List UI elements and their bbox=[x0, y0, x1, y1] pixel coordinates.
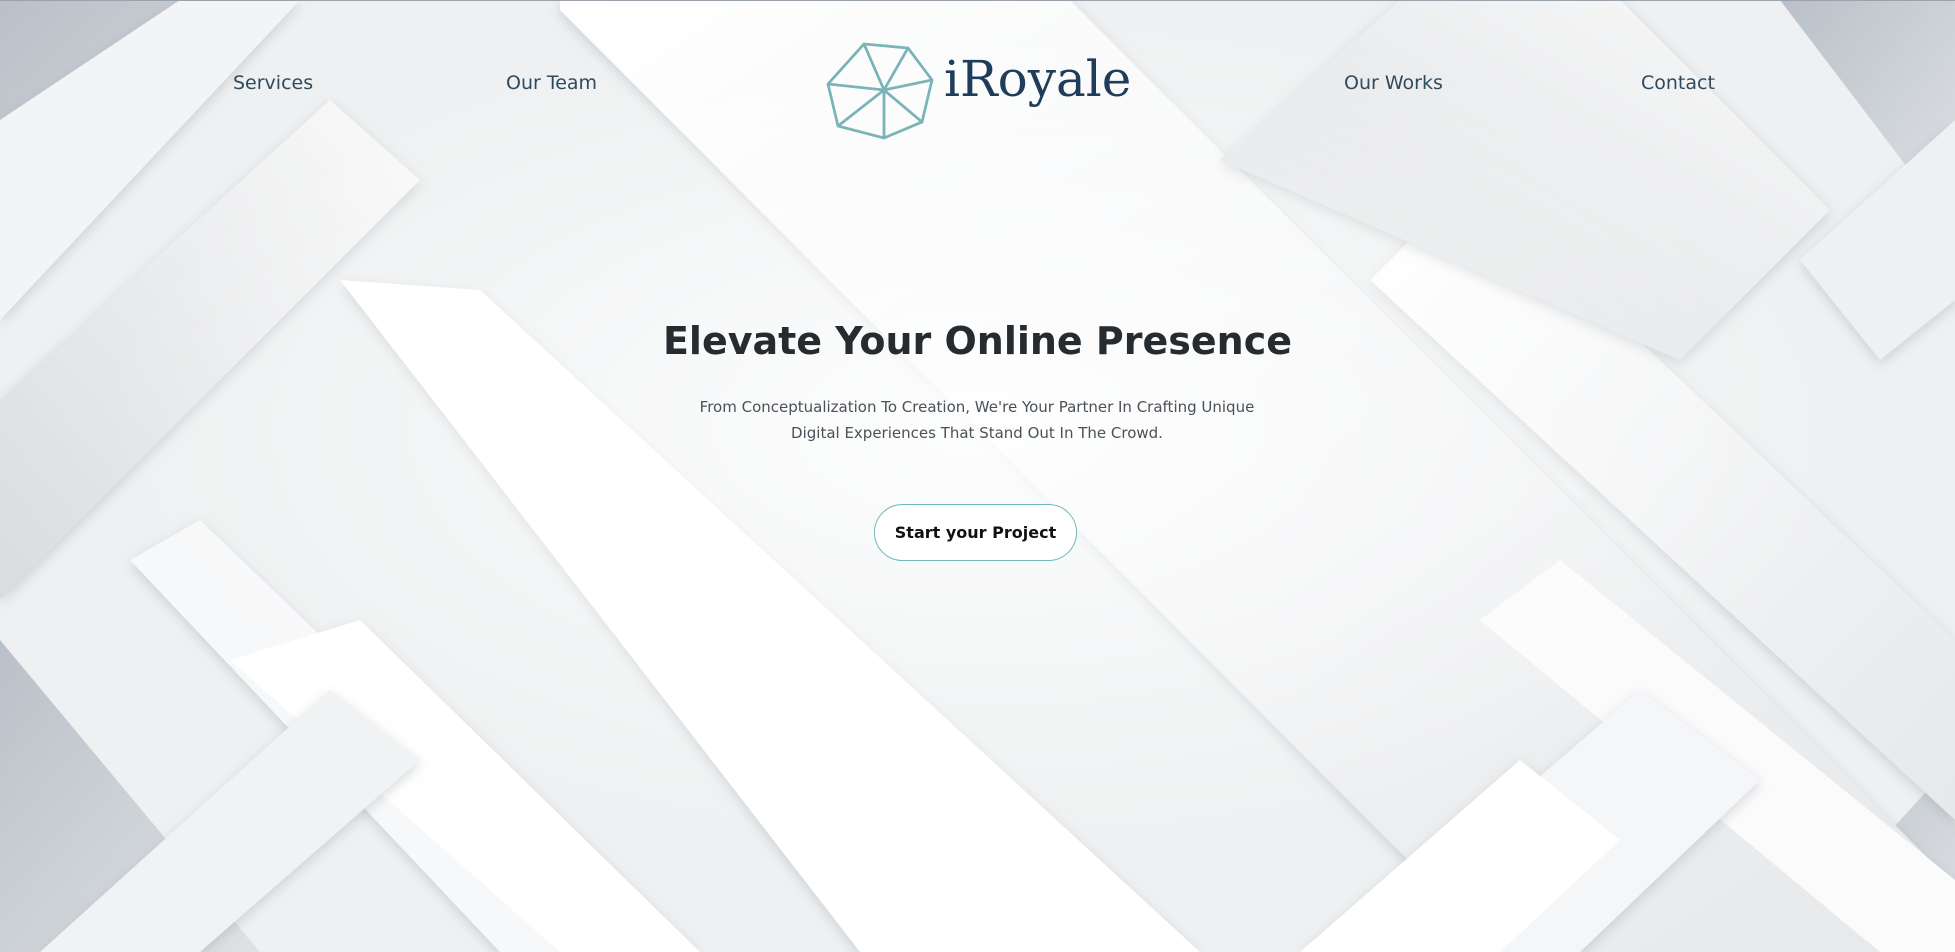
background-paper-strips bbox=[0, 0, 1955, 952]
hero-subtitle-line-2: Digital Experiences That Stand Out In Th… bbox=[791, 424, 1163, 442]
brand-logo[interactable]: iRoyale bbox=[826, 38, 1131, 142]
brand-name: iRoyale bbox=[944, 50, 1132, 108]
landing-page: Services Our Team iRoyale Our Works Cont… bbox=[0, 0, 1955, 952]
nav-link-services[interactable]: Services bbox=[233, 72, 313, 94]
hero-subtitle: From Conceptualization To Creation, We'r… bbox=[677, 394, 1277, 446]
nav-link-contact[interactable]: Contact bbox=[1641, 72, 1715, 94]
nav-link-our-team[interactable]: Our Team bbox=[506, 72, 597, 94]
polyhedron-logo-icon bbox=[826, 42, 934, 140]
hero-title: Elevate Your Online Presence bbox=[662, 319, 1293, 363]
hero-subtitle-line-1: From Conceptualization To Creation, We'r… bbox=[699, 398, 1255, 416]
top-border bbox=[0, 0, 1955, 1]
start-project-button[interactable]: Start your Project bbox=[874, 504, 1077, 561]
nav-link-our-works[interactable]: Our Works bbox=[1344, 72, 1443, 94]
